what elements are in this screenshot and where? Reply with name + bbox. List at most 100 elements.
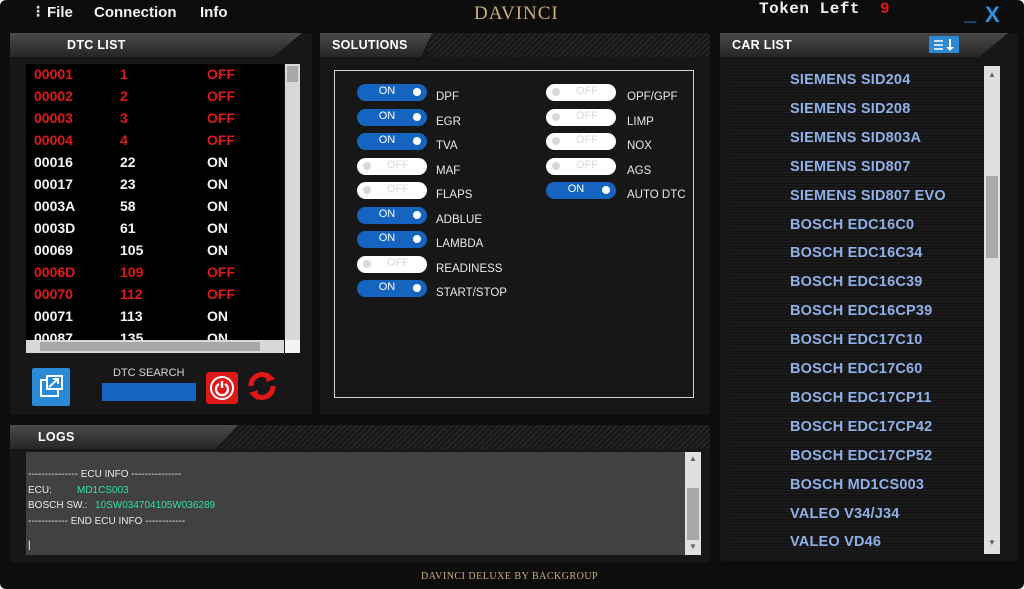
refresh-icon	[248, 372, 276, 400]
dtc-row[interactable]: 0003A 58 ON	[26, 196, 284, 218]
toggle-lambda[interactable]: ON	[357, 231, 427, 248]
power-icon	[210, 376, 234, 400]
car-list-item[interactable]: SIEMENS SID208	[790, 101, 910, 117]
car-list-item[interactable]: SIEMENS SID807	[790, 159, 910, 175]
toggle-label: EGR	[436, 115, 461, 128]
toggle-label: MAF	[436, 164, 461, 177]
power-button[interactable]	[206, 372, 238, 404]
toggle-knob	[602, 186, 610, 194]
dtc-state: ON	[207, 242, 228, 258]
dtc-vertical-scrollbar[interactable]	[285, 64, 300, 340]
car-list-item[interactable]: VALEO V34/J34	[790, 506, 900, 522]
car-list-item[interactable]: BOSCH EDC17CP52	[790, 448, 932, 464]
toggle-label: NOX	[627, 140, 652, 152]
dtc-number: 109	[120, 264, 144, 280]
app-window: ⋮ File Connection Info DAVINCI Token Lef…	[0, 0, 1024, 589]
dtc-row[interactable]: 00001 1 OFF	[26, 64, 284, 86]
dtc-row[interactable]: 00070 112 OFF	[26, 284, 284, 306]
toggle-egr[interactable]: ON	[357, 108, 427, 126]
dtc-vscroll-thumb[interactable]	[287, 66, 298, 82]
toggle-knob	[363, 259, 371, 268]
dtc-code: 00069	[34, 242, 73, 258]
menu-connection[interactable]: Connection	[94, 4, 177, 21]
toggle-dpf[interactable]: ON	[357, 84, 427, 101]
car-list-item[interactable]: BOSCH EDC16C39	[790, 274, 923, 290]
dtc-code: 0003D	[34, 220, 76, 236]
app-menu-dots-icon[interactable]: ⋮	[31, 3, 45, 20]
logs-title: LOGS	[38, 430, 75, 444]
dtc-code: 00001	[34, 66, 73, 82]
car-list-item[interactable]: SIEMENS SID807 EVO	[790, 188, 946, 204]
dtc-hscroll-thumb[interactable]	[40, 342, 260, 351]
export-button[interactable]	[32, 368, 70, 406]
car-list-item[interactable]: BOSCH EDC17C60	[790, 361, 923, 377]
toggle-flaps[interactable]: OFF	[357, 182, 427, 199]
car-vscroll-thumb[interactable]	[986, 176, 998, 258]
toggle-label: READINESS	[436, 262, 503, 275]
toggle-start-stop[interactable]: ON	[357, 280, 427, 297]
car-list-item[interactable]: BOSCH EDC16C34	[790, 245, 923, 261]
toggle-label: AGS	[627, 164, 652, 177]
car-list-title: CAR LIST	[732, 38, 793, 52]
car-list-tab: CAR LIST	[720, 33, 1008, 57]
toggle-opf-gpf[interactable]: OFF	[546, 84, 616, 101]
car-list-item[interactable]: BOSCH EDC17CP11	[790, 390, 932, 406]
car-list-sort-button[interactable]	[929, 36, 959, 53]
toggle-knob	[413, 112, 421, 121]
logs-tab: LOGS	[10, 425, 238, 449]
toggle-knob	[413, 235, 421, 243]
logs-scroll-down-icon[interactable]: ▼	[686, 541, 700, 553]
car-list-item[interactable]: SIEMENS SID803A	[790, 130, 921, 146]
toggle-knob	[363, 186, 371, 194]
dtc-state: ON	[207, 198, 228, 214]
dtc-state: OFF	[207, 88, 235, 104]
app-title: DAVINCI	[474, 3, 559, 24]
logs-output[interactable]: --------------- ECU INFO ---------------…	[26, 452, 685, 555]
dtc-number: 135	[120, 330, 144, 340]
car-scroll-up-icon[interactable]: ▲	[985, 69, 999, 81]
toggle-nox[interactable]: OFF	[546, 133, 616, 150]
logs-scroll-up-icon[interactable]: ▲	[686, 453, 700, 465]
dtc-row[interactable]: 0006D 109 OFF	[26, 262, 284, 284]
dtc-horizontal-scrollbar[interactable]	[26, 340, 284, 353]
toggle-adblue[interactable]: ON	[357, 206, 427, 224]
dtc-row[interactable]: 00004 4 OFF	[26, 130, 284, 152]
dtc-row[interactable]: 00069 105 ON	[26, 240, 284, 262]
car-list-item[interactable]: BOSCH EDC16C0	[790, 217, 914, 233]
toggle-limp[interactable]: OFF	[546, 108, 616, 126]
dtc-row[interactable]: 00017 23 ON	[26, 174, 284, 196]
dtc-row[interactable]: 00087 135 ON	[26, 328, 284, 340]
car-list-item[interactable]: SIEMENS SID204	[790, 72, 910, 88]
car-list-item[interactable]: BOSCH EDC17CP42	[790, 419, 932, 435]
car-list-item[interactable]: BOSCH MD1CS003	[790, 477, 924, 493]
toggle-maf[interactable]: OFF	[357, 157, 427, 175]
logs-vscroll-thumb[interactable]	[687, 488, 699, 540]
dtc-table: 00001 1 OFF 00002 2 OFF 00003 3 OFF 00004 4 OFF 0001…	[26, 64, 284, 340]
toggle-auto-dtc[interactable]: ON	[546, 182, 616, 199]
close-button[interactable]: X	[985, 2, 1000, 28]
toggle-readiness[interactable]: OFF	[357, 255, 427, 273]
minimize-button[interactable]: _	[964, 0, 976, 26]
dtc-row[interactable]: 00002 2 OFF	[26, 86, 284, 108]
toggle-ags[interactable]: OFF	[546, 157, 616, 175]
car-vertical-scrollbar[interactable]: ▲ ▼	[984, 66, 1000, 554]
dtc-search-input[interactable]	[102, 383, 196, 401]
car-list-item[interactable]: VALEO VD46	[790, 534, 881, 550]
car-list-item[interactable]: BOSCH EDC17C10	[790, 332, 923, 348]
dtc-row[interactable]: 00071 113 ON	[26, 306, 284, 328]
dtc-row[interactable]: 0003D 61 ON	[26, 218, 284, 240]
dtc-row[interactable]: 00003 3 OFF	[26, 108, 284, 130]
toggle-tva[interactable]: ON	[357, 133, 427, 150]
menu-file[interactable]: File	[47, 4, 73, 21]
menu-info[interactable]: Info	[200, 4, 228, 21]
logs-vertical-scrollbar[interactable]: ▲ ▼	[685, 452, 701, 555]
toggle-knob	[413, 88, 421, 96]
log-sw-value: 10SW034704105W036289	[95, 500, 216, 511]
car-scroll-down-icon[interactable]: ▼	[985, 537, 999, 549]
car-list-item[interactable]: BOSCH EDC16CP39	[790, 303, 932, 319]
log-footer: ------------ END ECU INFO ------------	[28, 516, 186, 527]
dtc-number: 2	[120, 88, 128, 104]
dtc-state: OFF	[207, 66, 235, 82]
dtc-row[interactable]: 00016 22 ON	[26, 152, 284, 174]
refresh-button[interactable]	[244, 368, 280, 404]
